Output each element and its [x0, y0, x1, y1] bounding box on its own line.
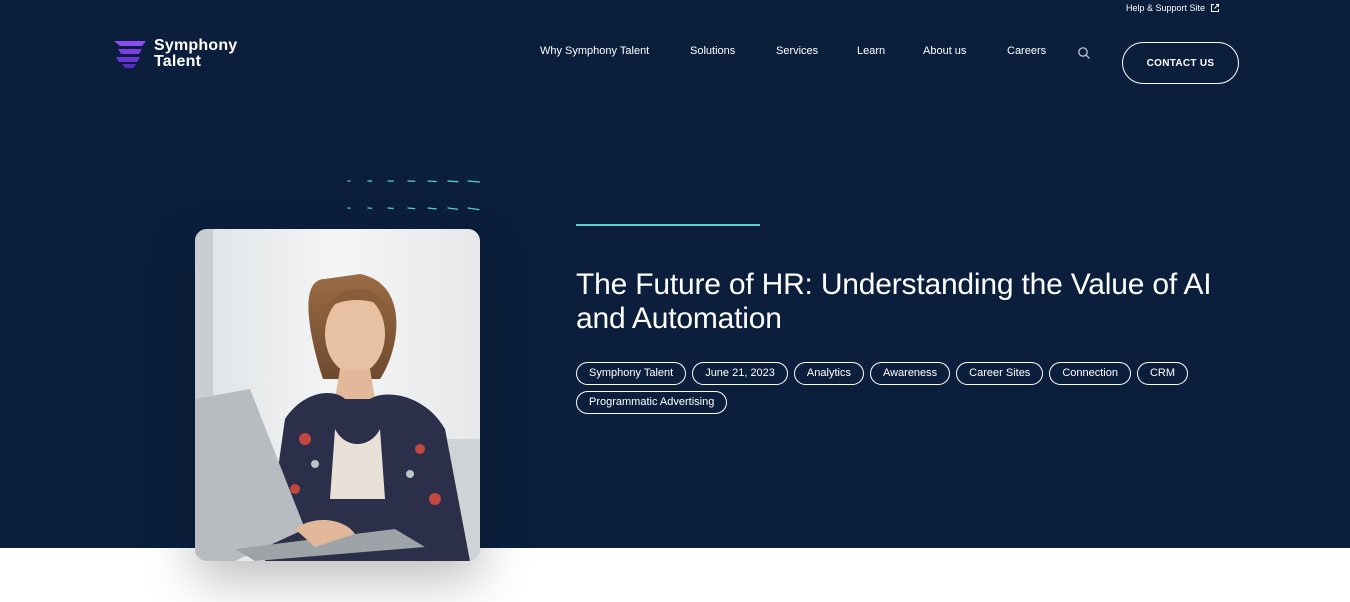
tag-analytics[interactable]: Analytics — [793, 362, 864, 385]
decorative-dash — [467, 180, 480, 183]
title-accent-line — [576, 224, 760, 226]
decorative-dash — [447, 207, 459, 210]
page-title: The Future of HR: Understanding the Valu… — [576, 268, 1212, 335]
search-icon[interactable] — [1077, 46, 1091, 60]
nav-item-solutions[interactable]: Solutions — [690, 45, 735, 57]
symphony-logo-icon — [114, 41, 146, 68]
tag-author[interactable]: Symphony Talent — [576, 362, 687, 385]
nav-item-why-symphony-talent[interactable]: Why Symphony Talent — [540, 45, 649, 57]
help-support-link[interactable]: Help & Support Site — [1126, 3, 1220, 13]
brand-line2: Talent — [154, 53, 202, 70]
decorative-dash — [467, 207, 480, 211]
nav-item-learn[interactable]: Learn — [857, 45, 885, 57]
tag-crm[interactable]: CRM — [1136, 362, 1189, 385]
help-support-label: Help & Support Site — [1126, 3, 1206, 13]
post-tags: Symphony Talent June 21, 2023 Analytics … — [576, 362, 1236, 414]
decorative-dash — [447, 180, 459, 183]
nav-item-careers[interactable]: Careers — [1007, 45, 1046, 57]
tag-programmatic-advertising[interactable]: Programmatic Advertising — [576, 391, 728, 414]
brand-logo[interactable]: Symphony Talent — [112, 38, 237, 70]
tag-awareness[interactable]: Awareness — [869, 362, 951, 385]
tag-date[interactable]: June 21, 2023 — [692, 362, 788, 385]
tag-career-sites[interactable]: Career Sites — [956, 362, 1044, 385]
external-link-icon — [1211, 4, 1220, 12]
nav-item-about-us[interactable]: About us — [923, 45, 966, 57]
featured-image — [195, 229, 480, 561]
tag-connection[interactable]: Connection — [1049, 362, 1131, 385]
decorative-dash — [427, 207, 437, 210]
contact-us-button[interactable]: CONTACT US — [1122, 42, 1239, 84]
brand-line1: Symphony — [154, 37, 238, 54]
woman-at-laptop-photo — [195, 229, 480, 561]
nav-item-services[interactable]: Services — [776, 45, 818, 57]
brand-wordmark: Symphony Talent — [154, 38, 237, 70]
decorative-dash — [407, 207, 416, 210]
